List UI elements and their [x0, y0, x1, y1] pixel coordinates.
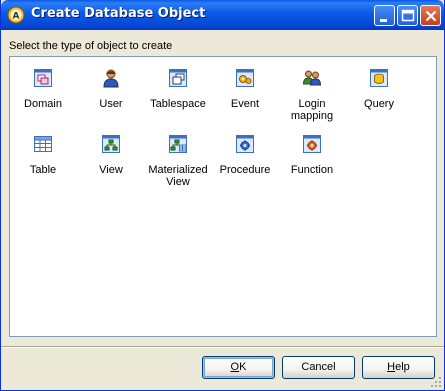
sql-anywhere-app-icon: A: [7, 6, 25, 24]
object-item-function[interactable]: Function: [277, 134, 347, 176]
event-icon: [236, 69, 254, 87]
object-item-event[interactable]: Event: [210, 68, 280, 110]
object-label: Procedure: [219, 164, 271, 176]
maximize-icon: [401, 9, 415, 22]
close-icon: [425, 10, 437, 22]
object-label: View: [99, 164, 123, 176]
table-icon: [34, 136, 52, 152]
domain-icon: [34, 69, 52, 87]
object-label: Tablespace: [150, 98, 206, 110]
object-item-query[interactable]: Query: [344, 68, 414, 110]
object-item-view[interactable]: View: [76, 134, 146, 176]
tablespace-icon: [169, 69, 187, 87]
window-title: Create Database Object: [31, 6, 206, 21]
minimize-icon: [380, 19, 387, 22]
title-bar[interactable]: A Create Database Object: [1, 0, 444, 30]
object-label: Event: [230, 98, 260, 110]
ok-label-suffix: K: [239, 361, 247, 373]
svg-text:A: A: [13, 12, 20, 22]
query-icon: [370, 69, 388, 87]
create-database-object-dialog: A Create Database Object Select the type…: [0, 0, 445, 391]
ok-button[interactable]: OK: [202, 356, 275, 379]
help-label-suffix: elp: [395, 361, 410, 373]
close-button[interactable]: [420, 5, 441, 26]
help-mnemonic: H: [387, 361, 396, 373]
cancel-button[interactable]: Cancel: [282, 356, 355, 379]
procedure-icon: [236, 135, 254, 153]
object-item-procedure[interactable]: Procedure: [210, 134, 280, 176]
minimize-button[interactable]: [374, 5, 395, 26]
object-label: Domain: [24, 98, 62, 110]
object-item-table[interactable]: Table: [8, 134, 78, 176]
prompt-label: Select the type of object to create: [9, 40, 173, 52]
object-label: Materialized View: [148, 164, 208, 188]
login-mapping-icon: [302, 70, 322, 86]
object-item-materialized-view[interactable]: Materialized View: [143, 134, 213, 188]
object-item-user[interactable]: User: [76, 68, 146, 110]
object-item-login-mapping[interactable]: Login mapping: [277, 68, 347, 122]
maximize-button[interactable]: [397, 5, 418, 26]
materialized-view-icon: [169, 135, 187, 153]
view-icon: [102, 135, 120, 153]
function-icon: [303, 135, 321, 153]
object-type-list[interactable]: Domain User Tablespace Event Login mappi…: [9, 56, 437, 337]
help-button[interactable]: Help: [362, 356, 435, 379]
ok-mnemonic: O: [230, 361, 240, 373]
object-item-domain[interactable]: Domain: [8, 68, 78, 110]
object-label: Login mapping: [290, 98, 334, 122]
object-label: Function: [290, 164, 334, 176]
object-item-tablespace[interactable]: Tablespace: [143, 68, 213, 110]
object-label: Query: [364, 98, 394, 110]
button-separator: [1, 346, 444, 348]
object-label: Table: [29, 164, 57, 176]
resize-grip-icon[interactable]: [430, 376, 442, 388]
object-label: User: [99, 98, 123, 110]
user-icon: [103, 69, 119, 88]
